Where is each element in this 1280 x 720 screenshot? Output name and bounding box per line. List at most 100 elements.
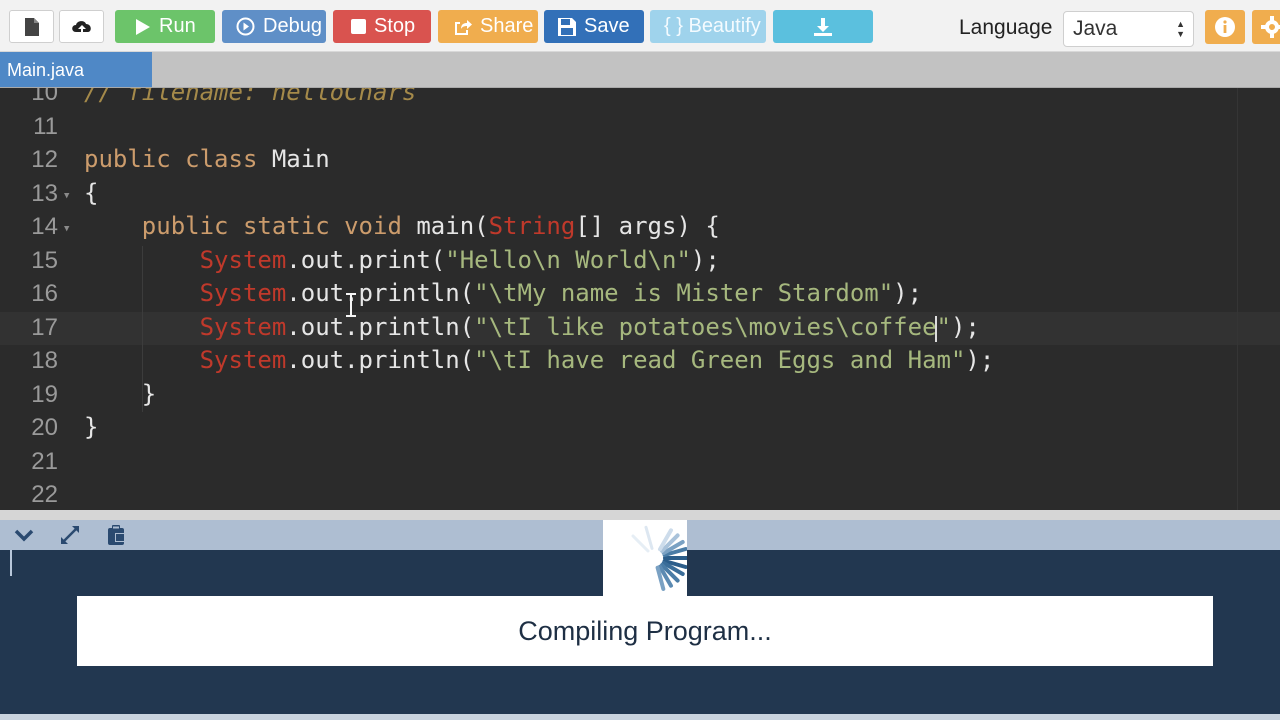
select-arrows-icon: ▲ ▼ bbox=[1176, 19, 1185, 39]
tab-main-java[interactable]: Main.java bbox=[0, 52, 152, 87]
compiling-status: Compiling Program... bbox=[77, 596, 1213, 666]
share-button[interactable]: Share bbox=[438, 10, 538, 43]
code-line: 18 System.out.println("\tI have read Gre… bbox=[0, 345, 1280, 379]
upload-button[interactable] bbox=[59, 10, 104, 43]
stop-button[interactable]: Stop bbox=[333, 10, 431, 43]
language-label: Language bbox=[959, 16, 1053, 39]
editor-scrollbar[interactable] bbox=[1237, 88, 1280, 510]
identifier-token: .out.println( bbox=[286, 312, 475, 341]
save-button-label: Save bbox=[584, 15, 630, 37]
keyword-token: public bbox=[141, 212, 229, 240]
code-line: 11 bbox=[0, 111, 1280, 145]
download-button[interactable] bbox=[773, 10, 873, 43]
line-number: 20 bbox=[31, 414, 58, 441]
line-number: 15 bbox=[31, 246, 58, 274]
code-line: 21 bbox=[0, 446, 1280, 480]
indent-guide bbox=[142, 246, 143, 412]
identifier-token: main( bbox=[416, 212, 489, 240]
console-input-caret bbox=[10, 550, 12, 576]
language-select[interactable]: Java ▲ ▼ bbox=[1063, 11, 1194, 47]
collapse-output-button[interactable] bbox=[12, 524, 36, 546]
identifier-token: .out.println( bbox=[286, 346, 475, 374]
text-cursor bbox=[935, 316, 937, 342]
debug-button[interactable]: Debug bbox=[222, 10, 326, 43]
code-text: System.out.println("\tI like potatoes\mo… bbox=[84, 313, 980, 341]
bottom-status-strip bbox=[0, 714, 1280, 720]
class-token: System bbox=[199, 312, 287, 341]
clipboard-icon bbox=[108, 525, 125, 545]
floppy-disk-icon bbox=[558, 17, 576, 36]
expand-arrows-icon bbox=[61, 526, 79, 544]
loading-spinner bbox=[603, 520, 689, 596]
code-text: // filename: helloChars bbox=[84, 88, 416, 106]
code-text: public class Main bbox=[84, 145, 330, 173]
play-circle-icon bbox=[236, 17, 255, 36]
code-line-active: 17 System.out.println("\tI like potatoes… bbox=[0, 311, 1280, 345]
punctuation-token: ); bbox=[893, 279, 923, 307]
debug-button-label: Debug bbox=[263, 15, 322, 37]
class-token: System bbox=[199, 245, 287, 274]
info-icon bbox=[1215, 17, 1235, 37]
line-number: 13 bbox=[31, 179, 58, 207]
run-button[interactable]: Run bbox=[115, 10, 215, 43]
stop-button-label: Stop bbox=[374, 15, 416, 37]
stop-square-icon bbox=[351, 19, 366, 34]
panel-splitter[interactable] bbox=[0, 510, 1280, 520]
run-button-label: Run bbox=[159, 15, 196, 37]
new-file-button[interactable] bbox=[9, 10, 54, 43]
punctuation-token: ); bbox=[950, 312, 980, 341]
beautify-button[interactable]: { } Beautify bbox=[650, 10, 766, 43]
type-token: String bbox=[488, 212, 576, 240]
compiling-status-text: Compiling Program... bbox=[518, 615, 772, 646]
play-icon bbox=[135, 18, 151, 36]
code-text: { bbox=[84, 179, 98, 207]
settings-button[interactable] bbox=[1252, 10, 1280, 44]
file-tab-bar: Main.java bbox=[0, 52, 1280, 88]
line-number: 19 bbox=[31, 380, 58, 408]
code-line: 13 ▼ { bbox=[0, 178, 1280, 212]
keyword-token: class bbox=[185, 145, 258, 173]
code-line: 22 bbox=[0, 479, 1280, 510]
keyword-token: public bbox=[84, 145, 171, 173]
code-text: } bbox=[84, 413, 98, 441]
code-text: System.out.println("\tI have read Green … bbox=[84, 346, 995, 374]
line-number: 17 bbox=[31, 313, 58, 341]
class-token: System bbox=[199, 279, 287, 307]
line-number: 21 bbox=[31, 447, 58, 475]
language-select-value: Java bbox=[1073, 17, 1118, 40]
code-line: 20 } bbox=[0, 412, 1280, 446]
brace-token: { bbox=[84, 178, 99, 207]
identifier-token: [] args) { bbox=[575, 212, 720, 240]
toolbar: Run Debug Stop Share Save { } Beautify L… bbox=[0, 0, 1280, 52]
brace-token: } bbox=[84, 413, 99, 441]
string-token: "\tI have read Green Eggs and Ham" bbox=[474, 346, 966, 374]
line-number: 22 bbox=[31, 481, 58, 508]
file-icon bbox=[24, 17, 39, 36]
expand-output-button[interactable] bbox=[58, 524, 82, 546]
punctuation-token: ); bbox=[690, 245, 720, 274]
string-token: "\tMy name is Mister Stardom" bbox=[474, 279, 894, 307]
line-number: 12 bbox=[31, 146, 58, 173]
line-number: 18 bbox=[31, 347, 58, 374]
code-line: 14 ▼ public static void main(String[] ar… bbox=[0, 211, 1280, 245]
identifier-token: .out.print( bbox=[286, 245, 446, 274]
ibeam-cursor-icon bbox=[346, 293, 356, 317]
code-editor[interactable]: 10 // filename: helloChars 11 12 public … bbox=[0, 88, 1280, 510]
code-text: } bbox=[84, 380, 156, 408]
loading-spinner-icon bbox=[631, 525, 689, 591]
class-token: System bbox=[199, 346, 287, 374]
fold-arrow-icon[interactable]: ▼ bbox=[64, 224, 69, 234]
comment-token: // filename: helloChars bbox=[84, 88, 417, 106]
copy-output-button[interactable] bbox=[104, 524, 128, 546]
save-button[interactable]: Save bbox=[544, 10, 644, 43]
keyword-token: void bbox=[344, 212, 402, 240]
identifier-token: Main bbox=[271, 145, 330, 173]
string-token: "Hello\n World\n" bbox=[445, 245, 691, 274]
info-button[interactable] bbox=[1205, 10, 1245, 44]
line-number: 16 bbox=[31, 280, 58, 307]
chevron-down-icon bbox=[14, 529, 34, 542]
fold-arrow-icon[interactable]: ▼ bbox=[64, 191, 69, 201]
brace-token: } bbox=[141, 379, 157, 408]
code-text: System.out.print("Hello\n World\n"); bbox=[84, 246, 720, 274]
share-button-label: Share bbox=[480, 15, 534, 37]
